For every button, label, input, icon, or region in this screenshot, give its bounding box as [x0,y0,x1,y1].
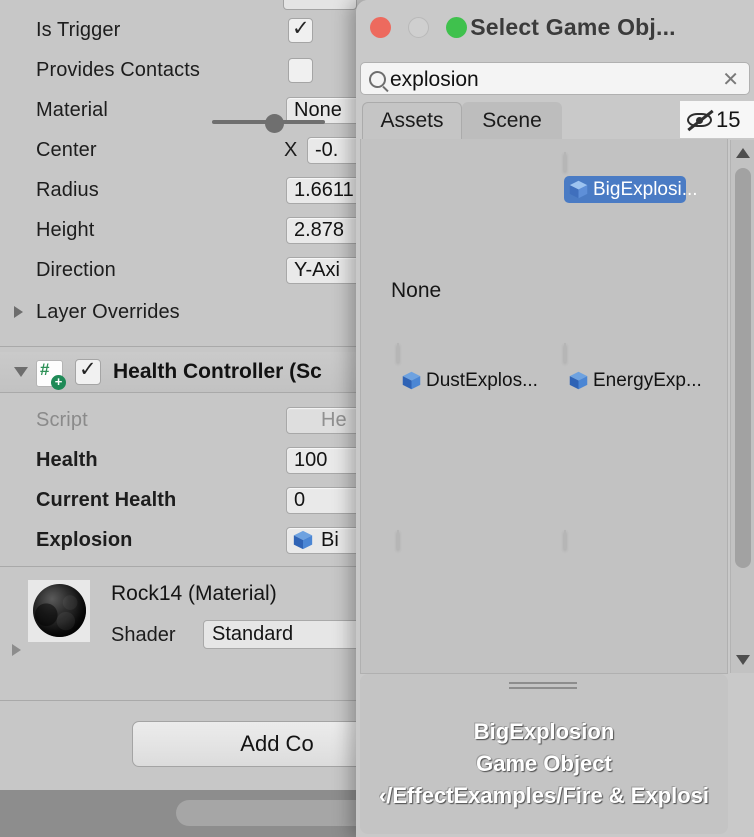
property-label: Height [36,218,95,241]
asset-none-label[interactable]: None [391,279,441,303]
check-icon: ✓ [292,17,310,40]
dialog-title: Select Game Obj... [470,13,676,40]
show-hidden-toggle[interactable]: 15 [680,101,754,138]
preview-info: BigExplosion Game Object ‹/EffectExample… [360,716,728,812]
property-label: Layer Overrides [36,300,180,323]
material-title: Rock14 (Material) [111,582,277,605]
asset-caption: EnergyExp... [564,367,702,394]
asset-caption: DustExplos... [397,367,538,394]
asset-thumbnail [564,530,566,549]
asset-thumbnail [564,343,566,362]
eye-slash-icon [687,109,714,131]
property-label: Health [36,448,98,471]
provides-contacts-checkbox[interactable] [288,58,313,83]
check-icon: ✓ [79,358,97,381]
chevron-right-icon[interactable] [14,306,23,318]
shader-label: Shader [111,624,176,646]
asset-tile-dust-explosion[interactable]: DustExplos... [397,343,538,394]
component-enabled-checkbox[interactable]: ✓ [75,358,101,385]
resize-grip-handle[interactable] [509,682,577,689]
script-field: He [286,407,366,434]
property-label: Radius [36,178,99,201]
is-trigger-checkbox[interactable]: ✓ [288,17,313,43]
asset-tile-big-explosion[interactable]: BigExplosi... [564,152,698,203]
asset-grid-scrollbar[interactable] [730,140,754,673]
preview-asset-name: BigExplosion [473,719,615,744]
property-label: Is Trigger [36,18,121,41]
scroll-up-arrow-icon[interactable] [736,148,750,158]
csharp-script-icon: # + [36,360,66,390]
prefab-cube-icon [569,371,588,390]
property-label: Direction [36,258,116,281]
preview-asset-type: Game Object [476,751,612,776]
asset-thumbnail [397,343,399,362]
asset-name: BigExplosi... [593,178,698,200]
chevron-right-icon[interactable] [12,644,21,656]
dialog-titlebar[interactable]: Select Game Obj... [356,0,754,54]
slider-knob[interactable] [265,114,284,133]
asset-thumbnail [397,530,399,549]
property-label: Current Health [36,488,177,511]
asset-grid[interactable]: None BigExplosi... DustExplos... EnergyE… [360,139,728,674]
property-label: Explosion [36,528,133,551]
preview-asset-path: ‹/EffectExamples/Fire & Explosi [378,783,710,808]
asset-tile-energy-explosion[interactable]: EnergyExp... [564,343,702,394]
property-label: Provides Contacts [36,58,200,81]
asset-thumbnail [564,152,566,171]
clear-search-icon[interactable]: ✕ [722,63,739,96]
scroll-down-arrow-icon[interactable] [736,655,750,665]
tab-scene[interactable]: Scene [462,102,562,139]
hidden-count-label: 15 [716,106,741,132]
tab-assets[interactable]: Assets [362,102,462,139]
plus-badge-icon: + [51,375,66,390]
cutoff-field-above[interactable] [283,0,357,10]
property-label: Center [36,138,97,161]
chevron-down-icon[interactable] [14,367,28,377]
center-axis-x-label: X [284,139,298,161]
prefab-cube-icon [569,180,588,199]
property-label: Material [36,98,108,121]
search-input[interactable]: explosion ✕ [360,62,750,95]
prefab-cube-icon [402,371,421,390]
prefab-cube-icon [293,530,313,550]
property-label: Script [36,408,88,431]
scrollbar-thumb[interactable] [735,168,751,568]
asset-name: DustExplos... [426,369,538,391]
hash-glyph: # [40,360,50,379]
material-preview-thumbnail [28,580,90,642]
asset-preview-pane: BigExplosion Game Object ‹/EffectExample… [360,674,728,834]
asset-tile-row3-right[interactable] [564,530,686,549]
thumbnail-size-slider[interactable] [212,114,325,133]
asset-tile-row3-left[interactable] [397,530,519,549]
search-value: explosion [390,67,479,91]
asset-caption: BigExplosi... [564,176,698,203]
material-sphere [33,584,86,637]
search-icon [369,71,386,88]
asset-name: EnergyExp... [593,369,702,391]
component-title: Health Controller (Sc [113,360,322,383]
